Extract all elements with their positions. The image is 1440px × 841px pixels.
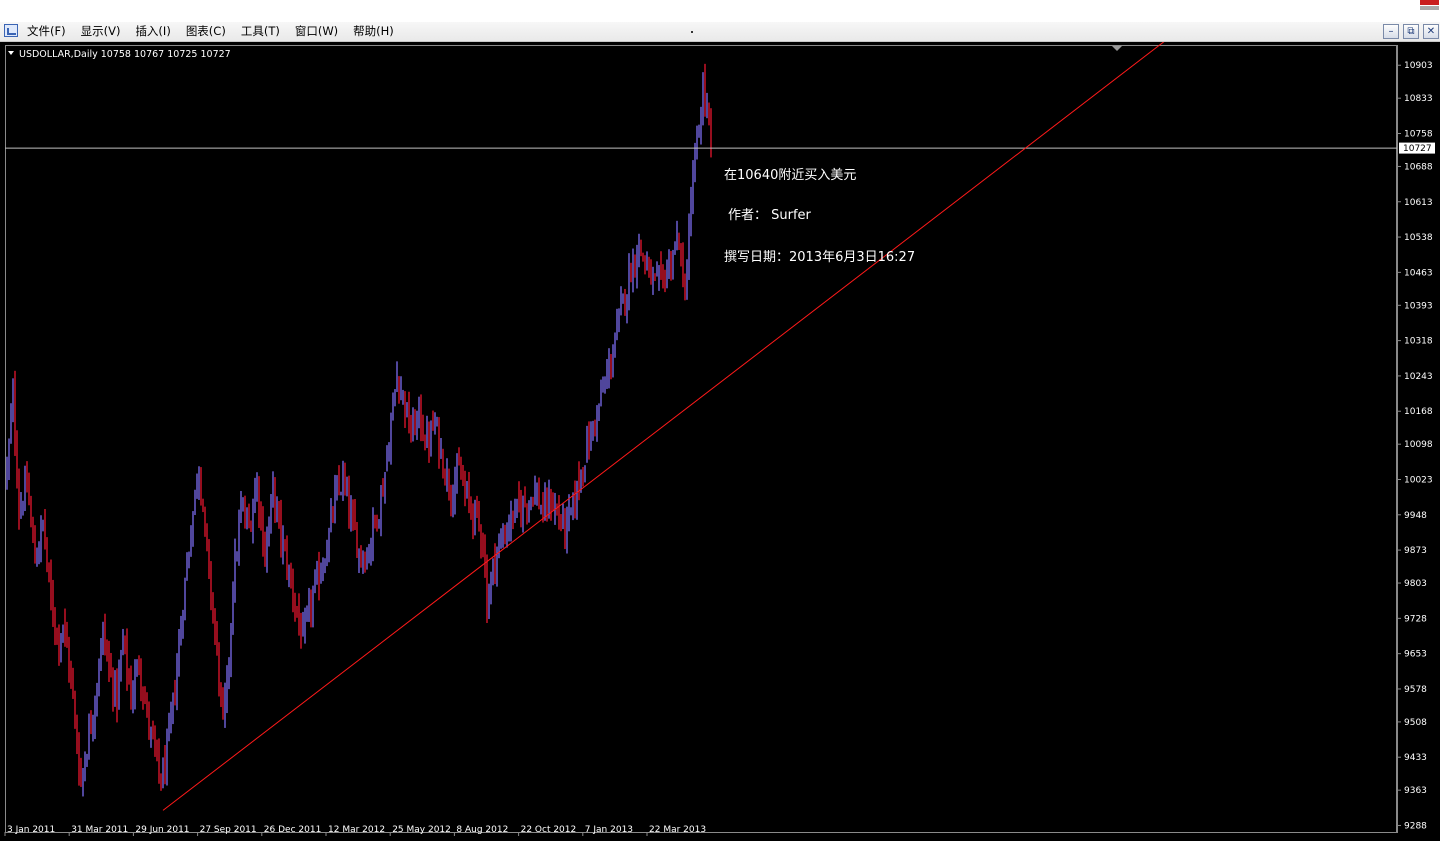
time-tick-label: 7 Jan 2013 [585,825,633,835]
price-tick-label: 10393 [1404,301,1433,311]
price-tick-label: 10538 [1404,233,1433,243]
price-tick-label: 10463 [1404,268,1433,278]
chart-symbol-label: USDOLLAR,Daily 10758 10767 10725 10727 [19,49,231,60]
time-tick-label: 29 Jun 2011 [135,825,189,835]
restore-icon: ⧉ [1407,26,1415,37]
time-tick-label: 22 Mar 2013 [649,825,706,835]
menu-charts[interactable]: 图表(C) [186,22,226,41]
time-tick-label: 27 Sep 2011 [200,825,257,835]
window-top-strip [0,0,1440,22]
corner-flag-icon [1420,0,1440,12]
price-tick-label: 9363 [1404,786,1427,796]
price-tick-label: 10243 [1404,372,1433,382]
time-tick-label: 26 Dec 2011 [264,825,322,835]
price-chart[interactable]: USDOLLAR,Daily 10758 10767 10725 10727 9… [0,0,1440,837]
menu-window[interactable]: 窗口(W) [295,22,338,41]
menu-file[interactable]: 文件(F) [27,22,66,41]
chart-window[interactable]: USDOLLAR,Daily 10758 10767 10725 10727 9… [0,0,1440,837]
menu-items: 文件(F) 显示(V) 插入(I) 图表(C) 工具(T) 窗口(W) 帮助(H… [27,22,409,41]
annotation-author: 作者： Surfer [728,208,812,223]
price-tick-label: 10903 [1404,61,1433,71]
price-tick-label: 9653 [1404,650,1427,660]
minimize-button[interactable]: – [1383,24,1399,39]
time-tick-label: 31 Mar 2011 [71,825,128,835]
menu-bar: 文件(F) 显示(V) 插入(I) 图表(C) 工具(T) 窗口(W) 帮助(H… [0,22,1440,42]
close-icon: ✕ [1426,26,1436,37]
time-axis-ticks: 3 Jan 2011 31 Mar 2011 29 Jun 2011 27 Sep 2… [4,825,706,836]
price-tick-label: 9288 [1404,821,1427,831]
price-tick-label: 10023 [1404,475,1433,485]
chart-window-icon[interactable] [4,24,18,37]
price-tick-label: 10758 [1404,129,1433,139]
price-tick-label: 9873 [1404,546,1427,556]
restore-button[interactable]: ⧉ [1403,24,1419,39]
annotation-date: 撰写日期：2013年6月3日16:27 [724,250,915,265]
price-tick-label: 10613 [1404,198,1433,208]
current-price-tag: 10727 [1399,142,1435,154]
menu-tools[interactable]: 工具(T) [241,22,280,41]
menu-view[interactable]: 显示(V) [81,22,121,41]
time-tick-label: 12 Mar 2012 [328,825,385,835]
price-tick-label: 10168 [1404,407,1433,417]
time-tick-label: 22 Oct 2012 [521,825,577,835]
current-price-value: 10727 [1403,144,1432,154]
chart-background [0,42,1440,837]
menu-help[interactable]: 帮助(H) [353,22,394,41]
minimize-icon: – [1388,26,1394,37]
price-tick-label: 9578 [1404,685,1427,695]
price-tick-label: 10098 [1404,440,1433,450]
price-tick-label: 9433 [1404,753,1427,763]
time-tick-label: 8 Aug 2012 [456,825,508,835]
price-tick-label: 9728 [1404,614,1427,624]
price-tick-label: 10833 [1404,94,1433,104]
close-button[interactable]: ✕ [1423,24,1439,39]
time-tick-label: 3 Jan 2011 [7,825,55,835]
price-tick-label: 10688 [1404,162,1433,172]
annotation-buy-note: 在10640附近买入美元 [724,168,856,183]
price-tick-label: 9948 [1404,511,1427,521]
price-tick-label: 10318 [1404,337,1433,347]
menu-insert[interactable]: 插入(I) [135,22,170,41]
time-tick-label: 25 May 2012 [392,825,451,835]
menu-separator-dot [691,31,693,33]
price-tick-label: 9803 [1404,579,1427,589]
price-tick-label: 9508 [1404,718,1427,728]
